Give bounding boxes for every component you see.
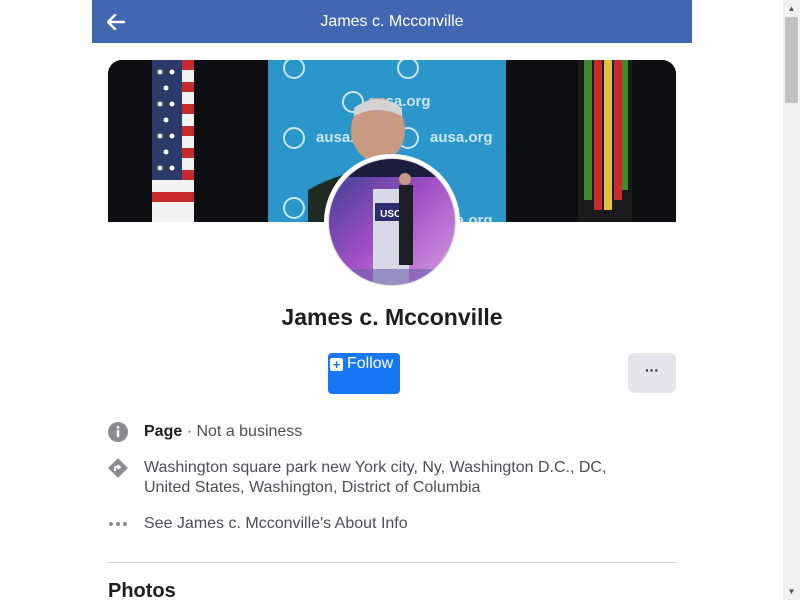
address-text: Washington square park new York city, Ny… (144, 459, 607, 496)
info-about-row[interactable]: See James c. Mcconville's About Info (108, 514, 668, 534)
scroll-thumb[interactable] (785, 17, 798, 103)
info-category-row: Page · Not a business (108, 422, 668, 442)
header-title: James c. Mcconville (320, 12, 464, 30)
more-horizontal-icon (109, 522, 127, 526)
category-value: · Not a business (182, 423, 303, 440)
svg-text:USO: USO (380, 209, 402, 220)
profile-page: James c. Mcconville ausa.org ausa.org au… (92, 0, 692, 602)
more-dots-icon: ··· (645, 362, 659, 378)
section-divider (108, 562, 676, 563)
info-circle-icon (108, 422, 128, 442)
follow-button[interactable]: + Follow (328, 353, 400, 394)
svg-text:ausa.org: ausa.org (430, 129, 493, 146)
follow-label: Follow (347, 355, 394, 372)
about-info-link[interactable]: See James c. Mcconville's About Info (144, 514, 408, 534)
scroll-down-arrow-icon[interactable]: ▼ (783, 583, 800, 600)
header-bar: James c. Mcconville (92, 0, 692, 43)
profile-name: James c. Mcconville (281, 304, 503, 330)
arrow-left-icon (107, 14, 125, 30)
scroll-up-arrow-icon[interactable]: ▲ (783, 0, 800, 17)
vertical-scrollbar[interactable]: ▲ ▼ (783, 0, 800, 600)
profile-photo: USO (328, 158, 456, 286)
plus-square-icon: + (330, 357, 343, 371)
category-label: Page (144, 423, 183, 440)
info-address-row: Washington square park new York city, Ny… (108, 458, 668, 498)
more-options-button[interactable]: ··· (628, 353, 676, 393)
profile-picture[interactable]: USO (324, 154, 460, 290)
directions-icon (108, 458, 128, 478)
back-button[interactable] (100, 6, 132, 38)
